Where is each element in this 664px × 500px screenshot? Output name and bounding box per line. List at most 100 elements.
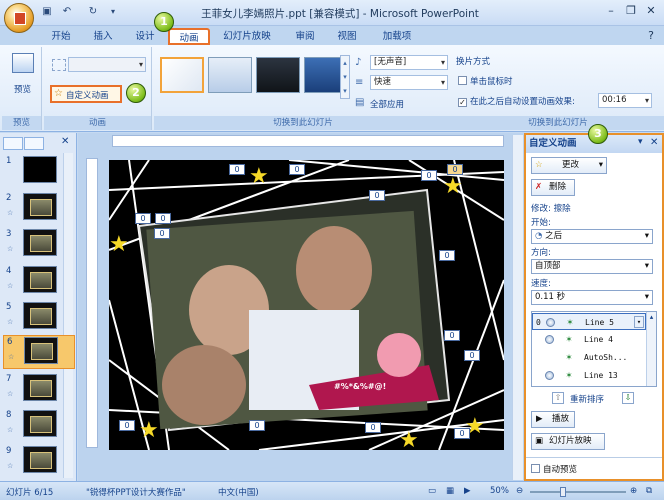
- animation-tag[interactable]: 0: [439, 250, 455, 261]
- zoom-in-icon[interactable]: ⊕: [630, 486, 637, 496]
- gallery-scroll[interactable]: ▴ ▾ ▾: [340, 55, 350, 99]
- animation-tag[interactable]: 0: [155, 213, 171, 224]
- custom-animation-button[interactable]: ☆ 自定义动画: [50, 85, 122, 103]
- normal-view-icon[interactable]: ▭: [428, 486, 436, 496]
- qat-dropdown-icon[interactable]: ▾: [106, 5, 120, 19]
- tab-review[interactable]: 审阅: [288, 28, 322, 45]
- slide-thumb-8[interactable]: 8 ☆: [3, 409, 75, 443]
- animation-item[interactable]: ✶ Line 13: [532, 367, 646, 384]
- zoom-level[interactable]: 50%: [490, 486, 509, 496]
- tab-home[interactable]: 开始: [44, 28, 78, 45]
- speed-select[interactable]: 快速: [370, 75, 448, 90]
- animation-tag[interactable]: 0: [369, 190, 385, 201]
- move-down-icon[interactable]: ⇩: [622, 392, 634, 404]
- autopreview-checkbox[interactable]: 自动预览: [531, 463, 577, 475]
- animation-style-icon: [52, 59, 66, 71]
- slide-thumb-2[interactable]: 2 ☆: [3, 192, 75, 226]
- list-scrollbar[interactable]: ▴: [646, 312, 656, 386]
- pane-menu-icon[interactable]: ▾: [638, 137, 643, 147]
- preview-icon[interactable]: [12, 53, 34, 73]
- star-icon: ★: [109, 232, 129, 257]
- advance-time-input[interactable]: 00:16: [598, 93, 652, 108]
- maximize-button[interactable]: ❐: [622, 3, 640, 19]
- remove-icon: ✗: [535, 182, 543, 192]
- animation-tag[interactable]: 0: [454, 428, 470, 439]
- animation-tag[interactable]: 0: [447, 164, 463, 175]
- close-button[interactable]: ✕: [642, 3, 660, 19]
- slides-tab[interactable]: [3, 137, 23, 150]
- animation-item[interactable]: ✶ Line 4: [532, 331, 646, 348]
- clock-icon: [546, 318, 555, 327]
- checkbox-checked-icon: ✓: [458, 98, 467, 107]
- animation-item[interactable]: ✶ AutoSh...: [532, 349, 646, 366]
- zoom-slider[interactable]: [530, 487, 626, 497]
- animation-tag[interactable]: 0: [464, 350, 480, 361]
- slide-thumb-6[interactable]: 6 ☆: [3, 335, 75, 369]
- close-pane-icon[interactable]: ✕: [61, 136, 69, 147]
- reading-view-icon[interactable]: ▶: [464, 486, 471, 496]
- fit-slide-icon[interactable]: ⧉: [646, 486, 652, 496]
- slide-thumb-5[interactable]: 5 ☆: [3, 301, 75, 335]
- preview-button[interactable]: 预览: [14, 83, 31, 95]
- slide-thumb-9[interactable]: 9 ☆: [3, 445, 75, 479]
- pane-close-icon[interactable]: ✕: [650, 137, 658, 148]
- transition-fade-black[interactable]: [256, 57, 300, 93]
- help-icon[interactable]: ?: [642, 28, 660, 44]
- minimize-button[interactable]: –: [602, 3, 620, 19]
- effect-star-icon: ✶: [567, 317, 574, 328]
- tab-slideshow[interactable]: 幻灯片放映: [218, 28, 276, 45]
- sound-select[interactable]: [无声音]: [370, 55, 448, 70]
- play-button[interactable]: ▶ 播放: [531, 411, 575, 428]
- zoom-thumb[interactable]: [560, 487, 566, 497]
- zoom-out-icon[interactable]: ⊖: [516, 486, 523, 496]
- save-icon[interactable]: ▣: [40, 5, 54, 19]
- animation-tag[interactable]: 0: [229, 164, 245, 175]
- transition-none[interactable]: [160, 57, 204, 93]
- slide-thumb-1[interactable]: 1: [3, 155, 75, 189]
- animation-tag[interactable]: 0: [119, 420, 135, 431]
- move-up-icon[interactable]: ⇧: [552, 392, 564, 404]
- animation-item[interactable]: 0 ✶ Line 5 ▾: [532, 313, 646, 330]
- on-click-checkbox[interactable]: 单击鼠标时: [458, 75, 513, 87]
- slide-thumb-4[interactable]: 4 ☆: [3, 265, 75, 299]
- animation-tag[interactable]: 0: [249, 420, 265, 431]
- tab-view[interactable]: 视图: [330, 28, 364, 45]
- tab-insert[interactable]: 插入: [86, 28, 120, 45]
- office-button[interactable]: [4, 3, 34, 33]
- tab-addins[interactable]: 加载项: [374, 28, 420, 45]
- apply-all-icon: ▤: [355, 97, 365, 108]
- slide-lines: [109, 160, 504, 450]
- auto-advance-checkbox[interactable]: ✓ 在此之后自动设置动画效果:: [458, 95, 575, 107]
- animation-tag[interactable]: 0: [421, 170, 437, 181]
- remove-effect-button[interactable]: ✗ 删除: [531, 179, 575, 196]
- clock-icon: [545, 335, 554, 344]
- animation-tag[interactable]: 0: [365, 422, 381, 433]
- slide-thumb-7[interactable]: 7 ☆: [3, 373, 75, 407]
- slideshow-button[interactable]: ▣ 幻灯片放映: [531, 433, 605, 450]
- outline-tab[interactable]: [24, 137, 44, 150]
- undo-icon[interactable]: ↶: [60, 5, 74, 19]
- sorter-view-icon[interactable]: ▦: [446, 486, 454, 496]
- speed-select[interactable]: 0.11 秒: [531, 290, 653, 305]
- transition-fade-1[interactable]: [208, 57, 252, 93]
- tab-design[interactable]: 设计: [128, 28, 162, 45]
- animation-tag[interactable]: 0: [289, 164, 305, 175]
- clock-icon: [545, 371, 554, 380]
- apply-all-button[interactable]: 全部应用: [370, 98, 404, 110]
- group-label: 切换到此幻灯片: [452, 116, 664, 130]
- language-indicator[interactable]: 中文(中国): [218, 486, 259, 498]
- animation-select[interactable]: [68, 57, 146, 72]
- redo-icon[interactable]: ↻: [86, 5, 100, 19]
- start-select[interactable]: ◔ 之后: [531, 229, 653, 244]
- change-effect-button[interactable]: ☆ 更改 ▾: [531, 157, 607, 174]
- slide-canvas[interactable]: ★ ★ ★ ★ ★ ★ 0 0 0 0 0 0 0 0 0 0 0 0 0 0 …: [109, 160, 504, 450]
- item-dropdown-icon[interactable]: ▾: [634, 316, 644, 328]
- tab-animation[interactable]: 动画: [168, 28, 210, 45]
- editor-scrollbar[interactable]: [512, 135, 523, 480]
- slide-thumb-3[interactable]: 3 ☆: [3, 228, 75, 262]
- animation-tag[interactable]: 0: [444, 330, 460, 341]
- animation-tag[interactable]: 0: [154, 228, 170, 239]
- animation-tag[interactable]: 0: [135, 213, 151, 224]
- group-label: 动画: [44, 116, 151, 130]
- direction-select[interactable]: 自顶部: [531, 259, 653, 274]
